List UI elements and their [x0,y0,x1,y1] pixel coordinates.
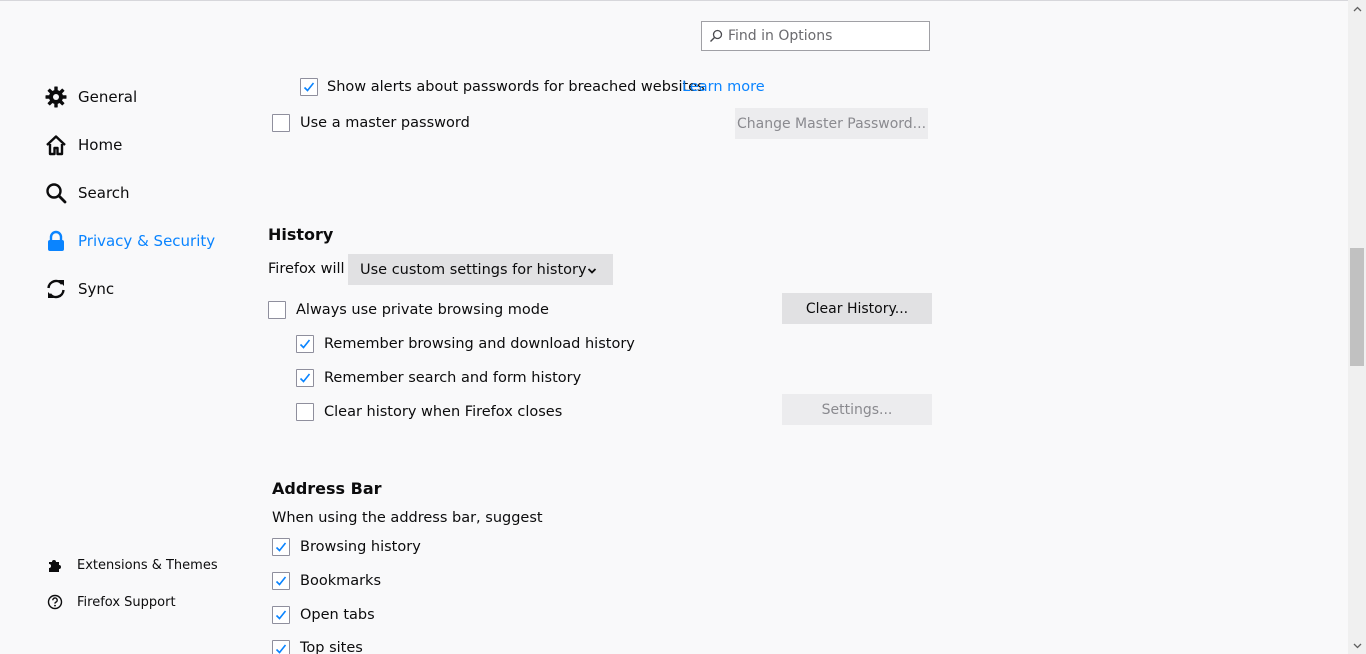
sidebar-item-privacy-security[interactable]: Privacy & Security [44,225,215,257]
history-settings-button[interactable]: Settings... [782,394,932,425]
open-tabs-label: Open tabs [300,607,375,623]
clear-history-button[interactable]: Clear History... [782,293,932,324]
top-sites-label: Top sites [300,640,363,654]
sidebar-item-general[interactable]: General [44,81,137,113]
breached-alerts-checkbox[interactable] [300,78,318,96]
remember-search-label: Remember search and form history [324,370,582,386]
gear-icon [44,85,68,109]
lock-icon [44,229,68,253]
sidebar-extensions-themes[interactable]: Extensions & Themes [46,554,218,576]
breached-alerts-label: Show alerts about passwords for breached… [327,79,705,95]
preferences-page: General Home Search Privacy & Security S… [0,0,1366,654]
sidebar-item-sync[interactable]: Sync [44,273,114,305]
sidebar-item-label: Sync [78,280,115,298]
remember-search-checkbox[interactable] [296,369,314,387]
remember-browsing-checkbox[interactable] [296,335,314,353]
sidebar-footer-label: Firefox Support [77,594,176,610]
firefox-will-label: Firefox will [268,261,345,277]
puzzle-icon [46,556,64,574]
browsing-history-label: Browsing history [300,539,421,555]
sidebar-item-label: Home [78,136,123,154]
top-divider [0,0,1348,1]
sidebar-item-label: General [78,88,138,106]
history-heading: History [268,225,334,244]
sidebar-footer-label: Extensions & Themes [77,557,218,573]
clear-on-close-checkbox[interactable] [296,403,314,421]
change-master-password-button[interactable]: Change Master Password... [735,108,928,139]
scroll-up-arrow-icon[interactable] [1348,0,1366,17]
private-mode-label: Always use private browsing mode [296,302,549,318]
sidebar-item-search[interactable]: Search [44,177,130,209]
vertical-scrollbar[interactable] [1348,0,1366,654]
search-icon [706,21,726,51]
chevron-down-icon [587,264,597,280]
search-icon [44,181,68,205]
private-mode-checkbox[interactable] [268,301,286,319]
address-bar-heading: Address Bar [272,479,382,498]
master-password-checkbox[interactable] [272,114,290,132]
history-mode-value: Use custom settings for history [360,261,587,278]
scroll-thumb[interactable] [1350,248,1364,366]
open-tabs-checkbox[interactable] [272,606,290,624]
sidebar-firefox-support[interactable]: Firefox Support [46,591,176,613]
bookmarks-label: Bookmarks [300,573,382,589]
sidebar-item-label: Search [78,184,130,202]
help-icon [46,593,64,611]
learn-more-link[interactable]: Learn more [682,77,765,97]
history-mode-dropdown[interactable]: Use custom settings for history [348,254,613,285]
scroll-down-arrow-icon[interactable] [1348,637,1366,654]
clear-on-close-label: Clear history when Firefox closes [324,404,563,420]
browsing-history-checkbox[interactable] [272,538,290,556]
search-input[interactable] [726,28,923,44]
sync-icon [44,277,68,301]
bookmarks-checkbox[interactable] [272,572,290,590]
address-bar-description: When using the address bar, suggest [272,510,543,526]
sidebar-item-home[interactable]: Home [44,129,122,161]
master-password-label: Use a master password [300,115,470,131]
remember-browsing-label: Remember browsing and download history [324,336,635,352]
sidebar-item-label: Privacy & Security [78,232,216,250]
top-sites-checkbox[interactable] [272,640,290,654]
home-icon [44,133,68,157]
find-in-options-search[interactable] [701,21,930,51]
